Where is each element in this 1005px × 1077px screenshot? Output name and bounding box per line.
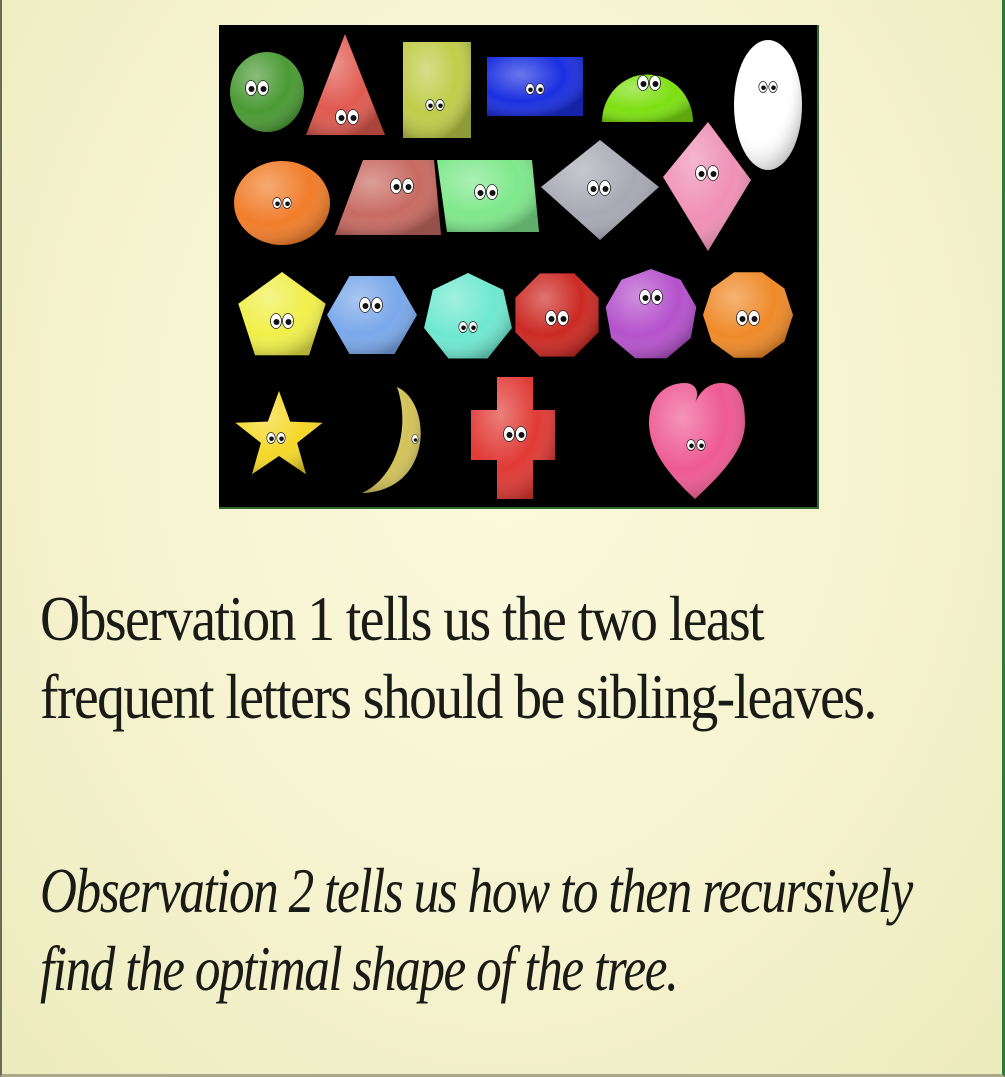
shape-semicircle [602,74,693,122]
hexagon-shading [327,276,417,354]
shape-rectangle [403,42,471,138]
observation-1-text: Observation 1 tells us the two least fre… [40,580,980,736]
kite-shading [663,122,751,251]
wide-rectangle-shading [487,57,583,116]
star-shading [235,391,323,475]
shape-cross [471,377,555,499]
shape-wide-rectangle [487,57,583,116]
shape-rhombus [541,140,659,240]
shape-circle [230,52,304,132]
oval-shading [734,40,802,170]
observation-1-line-2: frequent letters should be sibling-leave… [40,661,877,733]
shape-ellipse [234,161,330,245]
ellipse-shading [234,161,330,245]
shape-kite [663,122,751,251]
trapezoid-shading [335,160,441,235]
shape-oval [734,40,802,170]
shape-octagon [515,273,599,357]
observation-1-line-1: Observation 1 tells us the two least [40,583,765,654]
decagon-shading [703,272,793,358]
shapes-svg [230,34,802,499]
shape-heptagon [424,273,512,359]
rectangle-shading [403,42,471,138]
crescent-pupil [413,438,418,442]
observation-2-text: Observation 2 tells us how to then recur… [40,852,980,1008]
observation-2-line-2: find the optimal shape of the tree. [40,933,679,1005]
shape-trapezoid [335,160,441,235]
shape-decagon [703,272,793,358]
shape-hexagon [327,276,417,354]
nonagon-shading [605,269,697,359]
shape-crescent [362,387,421,493]
shape-star [235,391,323,475]
shape-pentagon [238,272,326,356]
octagon-shading [515,273,599,357]
shape-heart [649,383,745,499]
shape-nonagon [605,269,697,359]
observation-2-line-1: Observation 2 tells us how to then recur… [40,855,913,926]
heart-shading [649,383,745,499]
shapes-illustration [219,25,819,509]
pentagon-shading [238,272,326,356]
shape-triangle [306,34,385,135]
heptagon-shading [424,273,512,359]
shape-parallelogram [437,160,539,232]
